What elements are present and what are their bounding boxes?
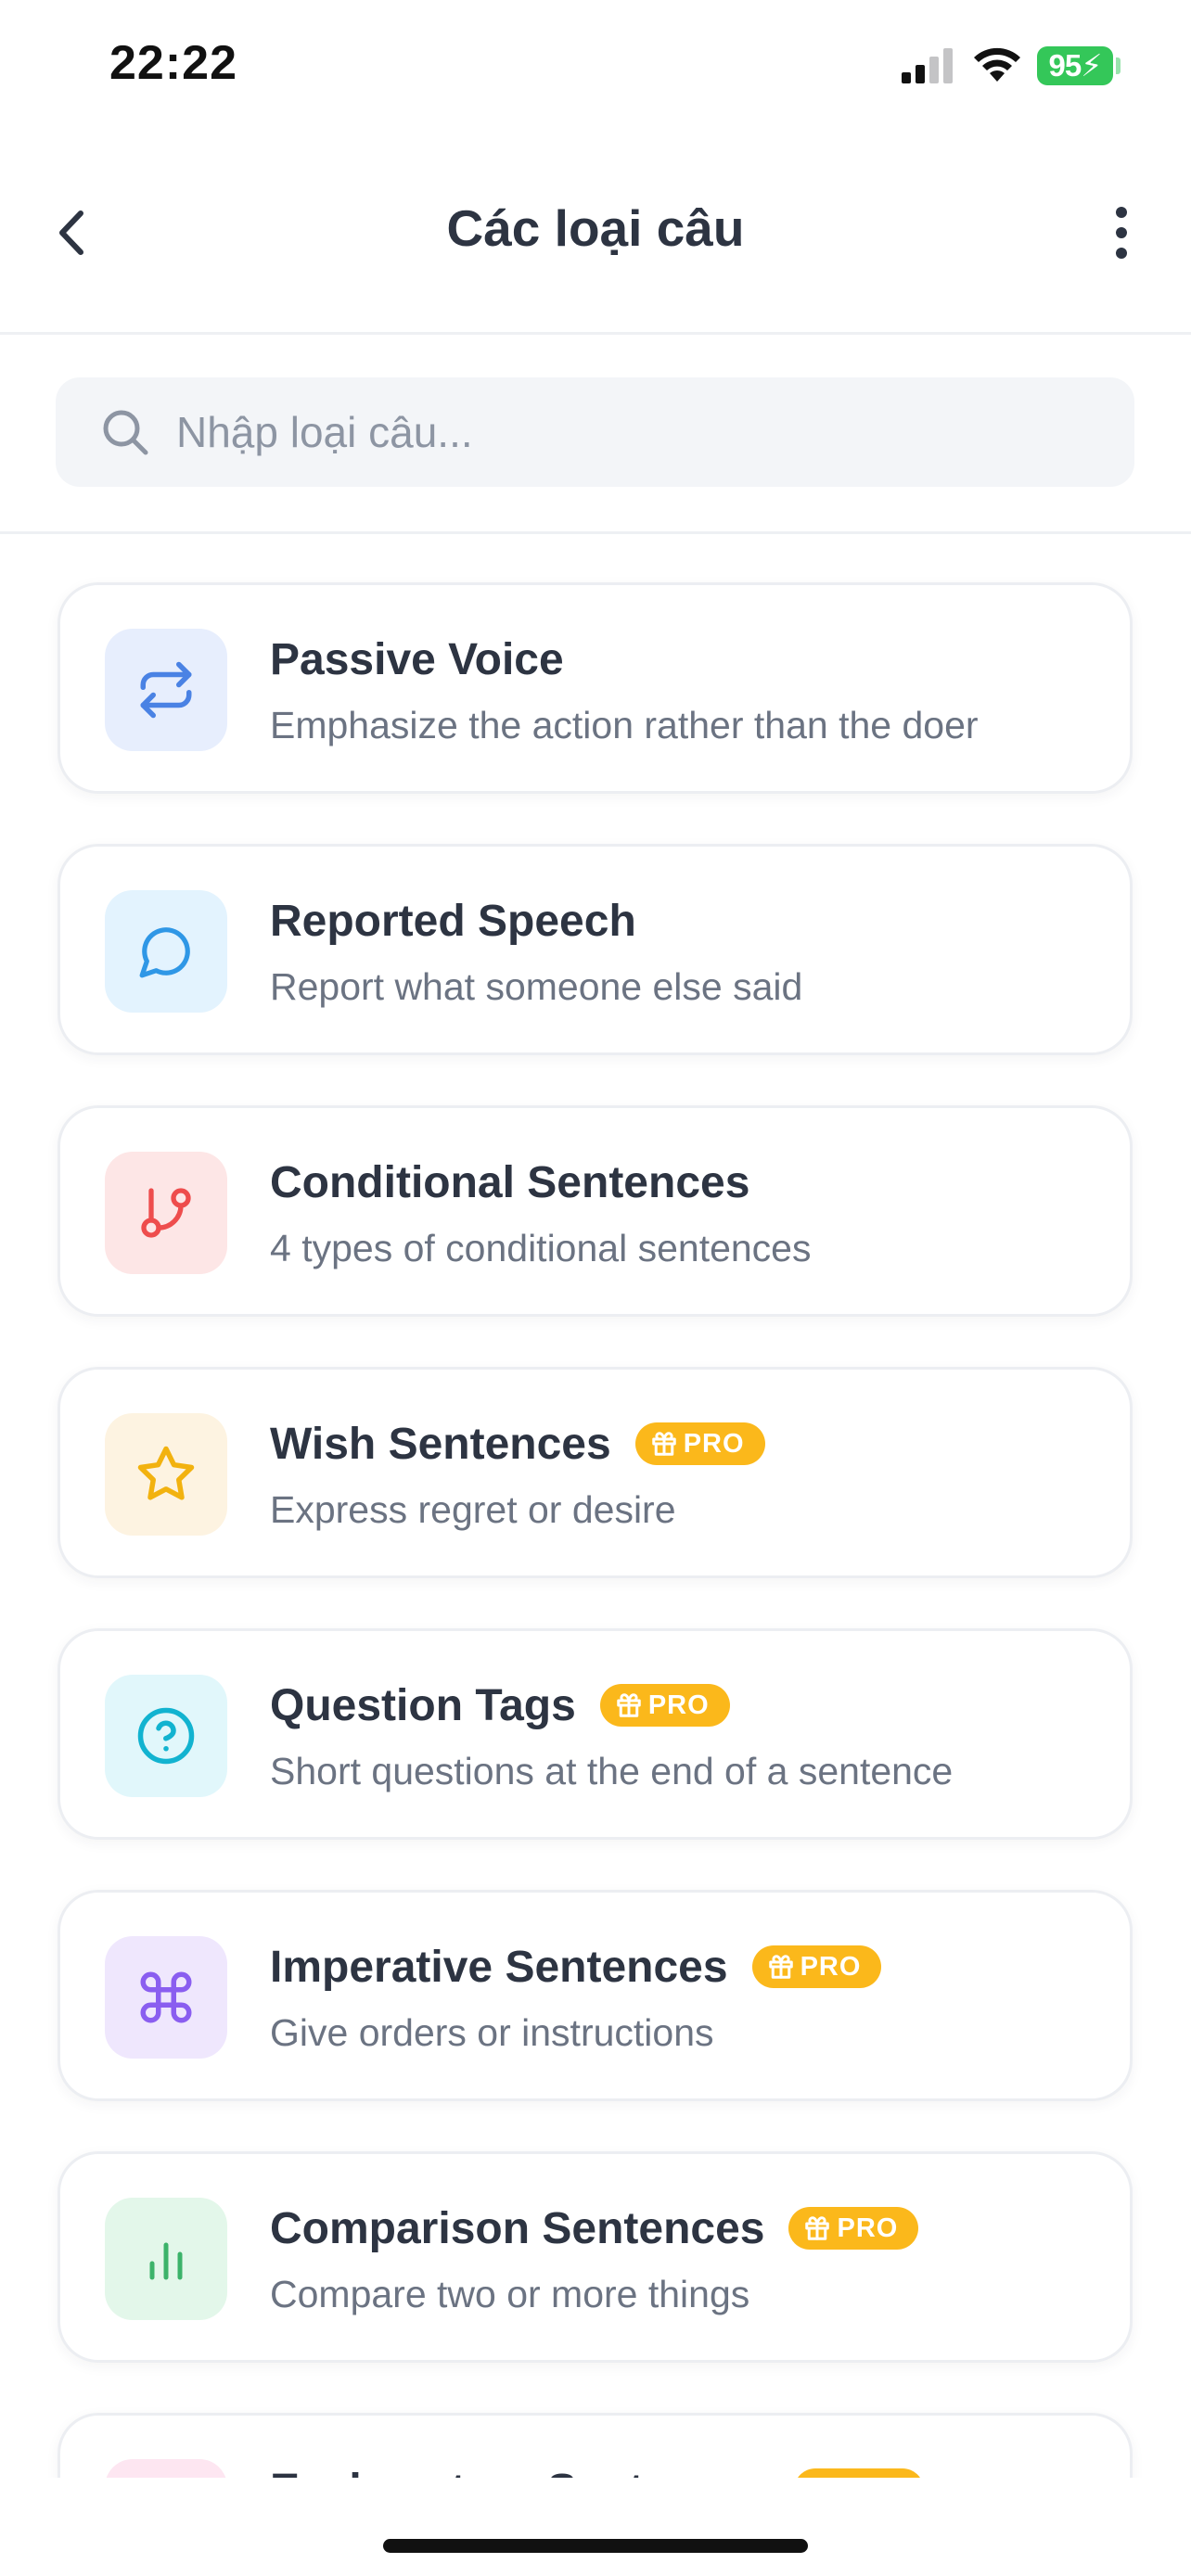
card-title: Question Tags [270, 1680, 576, 1730]
sentence-type-card-question-tags[interactable]: Question Tags PRO Short questions at the e… [58, 1628, 1133, 1840]
git-branch-icon [136, 1183, 196, 1243]
command-icon [135, 1967, 197, 2028]
card-description: 4 types of conditional sentences [270, 1227, 812, 1269]
sentence-type-card-passive-voice[interactable]: Passive Voice Emphasize the action rather… [58, 582, 1133, 794]
card-icon-tile [105, 629, 227, 751]
chat-bubble-icon [137, 923, 195, 980]
wifi-icon [974, 47, 1020, 82]
sentence-type-card-exclamatory-sentences[interactable]: Exclamatory SentencesPRO [58, 2413, 1133, 2481]
nav-bar: Các loại câu [0, 139, 1191, 335]
sentence-type-card-imperative-sentences[interactable]: Imperative Sentences PRO Give orders or in… [58, 1890, 1133, 2101]
card-title: Comparison Sentences [270, 2203, 765, 2253]
status-time: 22:22 [109, 36, 237, 90]
card-icon-tile [105, 1675, 227, 1797]
help-circle-icon [135, 1705, 197, 1766]
gift-icon [805, 2216, 830, 2240]
sentence-type-list: Passive Voice Emphasize the action rather… [0, 534, 1191, 2481]
card-description: Emphasize the action rather than the doe… [270, 704, 979, 746]
pro-badge-label: PRO [647, 1690, 710, 1720]
sentence-type-card-comparison-sentences[interactable]: Comparison Sentences PRO Compare two or mo… [58, 2151, 1133, 2363]
card-icon-tile [105, 1936, 227, 2059]
card-title: Conditional Sentences [270, 1157, 750, 1207]
card-icon-tile [105, 1413, 227, 1536]
more-options-button[interactable] [1089, 200, 1154, 265]
more-vertical-icon [1116, 207, 1127, 259]
back-button[interactable] [39, 200, 104, 265]
chevron-left-icon [59, 210, 83, 255]
pro-badge: PRO [634, 1422, 765, 1465]
card-title: Passive Voice [270, 634, 564, 684]
charging-bolt-icon: ⚡ [1081, 48, 1102, 83]
battery-percent: 95 [1048, 48, 1082, 83]
bar-chart-icon [138, 2231, 194, 2287]
card-description: Give orders or instructions [270, 2011, 714, 2054]
card-title: Reported Speech [270, 896, 636, 946]
pro-badge: PRO [751, 1945, 882, 1988]
card-title-row: Wish Sentences PRO [270, 1414, 765, 1473]
home-indicator [383, 2539, 808, 2553]
search-input[interactable] [176, 377, 1104, 487]
sentence-type-card-reported-speech[interactable]: Reported Speech Report what someone else … [58, 844, 1133, 1055]
pro-badge-label: PRO [837, 2213, 899, 2243]
gift-icon [617, 1693, 641, 1717]
card-title-row: Reported Speech [270, 891, 636, 950]
battery-level: 95⚡ [1037, 46, 1113, 85]
card-title: Wish Sentences [270, 1419, 611, 1469]
repeat-arrows-icon [135, 659, 197, 721]
card-title-row: Passive Voice [270, 630, 564, 689]
card-description: Compare two or more things [270, 2273, 750, 2315]
search-box[interactable] [56, 377, 1134, 487]
gift-icon [651, 1432, 676, 1456]
bottom-safe-area [0, 2478, 1191, 2576]
card-title-row: Conditional Sentences [270, 1153, 749, 1212]
search-section [0, 335, 1191, 534]
card-title-row: Comparison Sentences PRO [270, 2199, 919, 2258]
card-description: Report what someone else said [270, 965, 803, 1008]
card-icon-tile [105, 1152, 227, 1274]
pro-badge: PRO [599, 1684, 730, 1727]
card-description: Express regret or desire [270, 1488, 676, 1531]
card-title-row: Imperative Sentences PRO [270, 1937, 882, 1996]
sentence-type-card-conditional-sentences[interactable]: Conditional Sentences 4 types of conditio… [58, 1105, 1133, 1317]
gift-icon [768, 1955, 793, 1979]
pro-badge-label: PRO [683, 1428, 745, 1459]
status-bar: 22:22 95⚡ [0, 0, 1191, 139]
battery-nub [1116, 57, 1121, 74]
page-title: Các loại câu [446, 199, 745, 257]
card-icon-tile [105, 890, 227, 1013]
cellular-signal-icon [902, 48, 953, 83]
card-icon-tile [105, 2198, 227, 2320]
star-icon [135, 1444, 197, 1505]
pro-badge: PRO [788, 2207, 919, 2250]
card-title-row: Question Tags PRO [270, 1676, 730, 1735]
card-title: Imperative Sentences [270, 1942, 728, 1992]
card-description: Short questions at the end of a sentence [270, 1750, 954, 1792]
pro-badge-label: PRO [800, 1951, 862, 1982]
sentence-type-card-wish-sentences[interactable]: Wish Sentences PRO Express regret or desir… [58, 1367, 1133, 1578]
search-icon [103, 410, 148, 455]
